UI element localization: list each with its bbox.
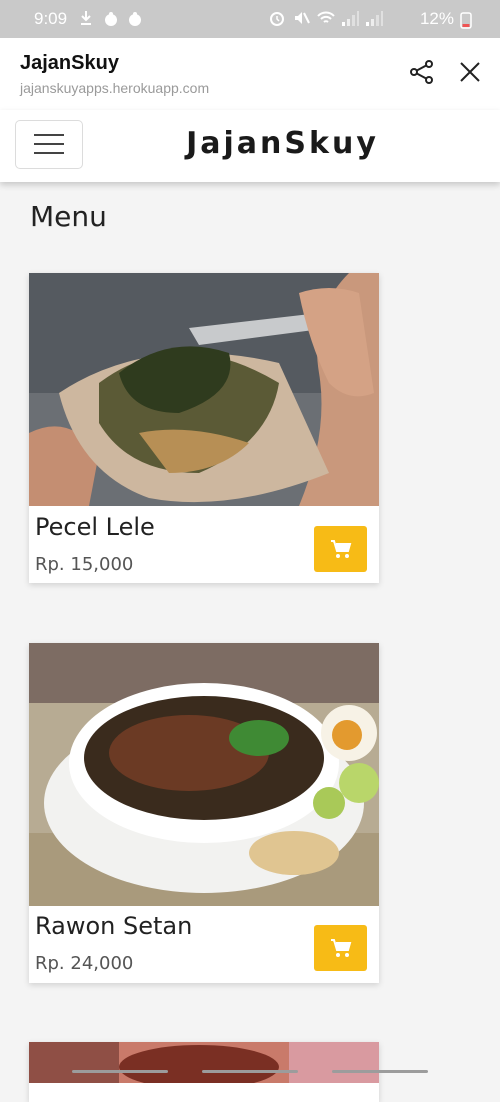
close-button[interactable] xyxy=(456,58,484,86)
add-to-cart-button[interactable] xyxy=(314,925,367,971)
item-price: Rp. 24,000 xyxy=(35,953,134,974)
cart-icon xyxy=(330,939,351,957)
menu-card: Rawon Setan Rp. 24,000 xyxy=(29,643,379,983)
nav-bar-indicator xyxy=(72,1070,168,1073)
share-icon xyxy=(410,60,433,84)
brand-logo[interactable]: JajanSkuy xyxy=(0,126,500,161)
page-title: Menu xyxy=(30,200,107,233)
status-time: 9:09 xyxy=(34,9,68,28)
mute-icon xyxy=(292,9,310,27)
wifi-icon xyxy=(316,9,335,27)
food-image-pecel-lele xyxy=(29,273,379,506)
menu-card: Pecel Lele Rp. 15,000 xyxy=(29,273,379,583)
browser-title: JajanSkuy xyxy=(20,52,119,74)
food-image xyxy=(29,1042,379,1083)
browser-url[interactable]: jajanskuyapps.herokuapp.com xyxy=(20,80,209,96)
nbc-icon xyxy=(126,9,144,27)
status-bar: 9:09 12% xyxy=(0,0,500,38)
food-image-rawon-setan xyxy=(29,643,379,906)
battery-level: 12% xyxy=(419,9,454,28)
item-name: Pecel Lele xyxy=(35,513,155,541)
battery-icon xyxy=(460,11,472,34)
share-button[interactable] xyxy=(408,58,436,86)
signal-icon xyxy=(364,9,383,27)
cart-icon xyxy=(330,540,351,558)
nbc-icon xyxy=(102,9,120,27)
item-price: Rp. 15,000 xyxy=(35,554,134,575)
navbar: JajanSkuy xyxy=(0,110,500,182)
item-name: Rawon Setan xyxy=(35,912,193,940)
alarm-icon xyxy=(268,9,286,27)
signal-icon xyxy=(340,9,359,27)
add-to-cart-button[interactable] xyxy=(314,526,367,572)
browser-bar: JajanSkuy jajanskuyapps.herokuapp.com xyxy=(0,38,500,110)
close-icon xyxy=(460,62,480,82)
nav-bar-indicator xyxy=(332,1070,428,1073)
download-icon xyxy=(78,9,96,27)
nav-bar-indicator xyxy=(202,1070,298,1073)
